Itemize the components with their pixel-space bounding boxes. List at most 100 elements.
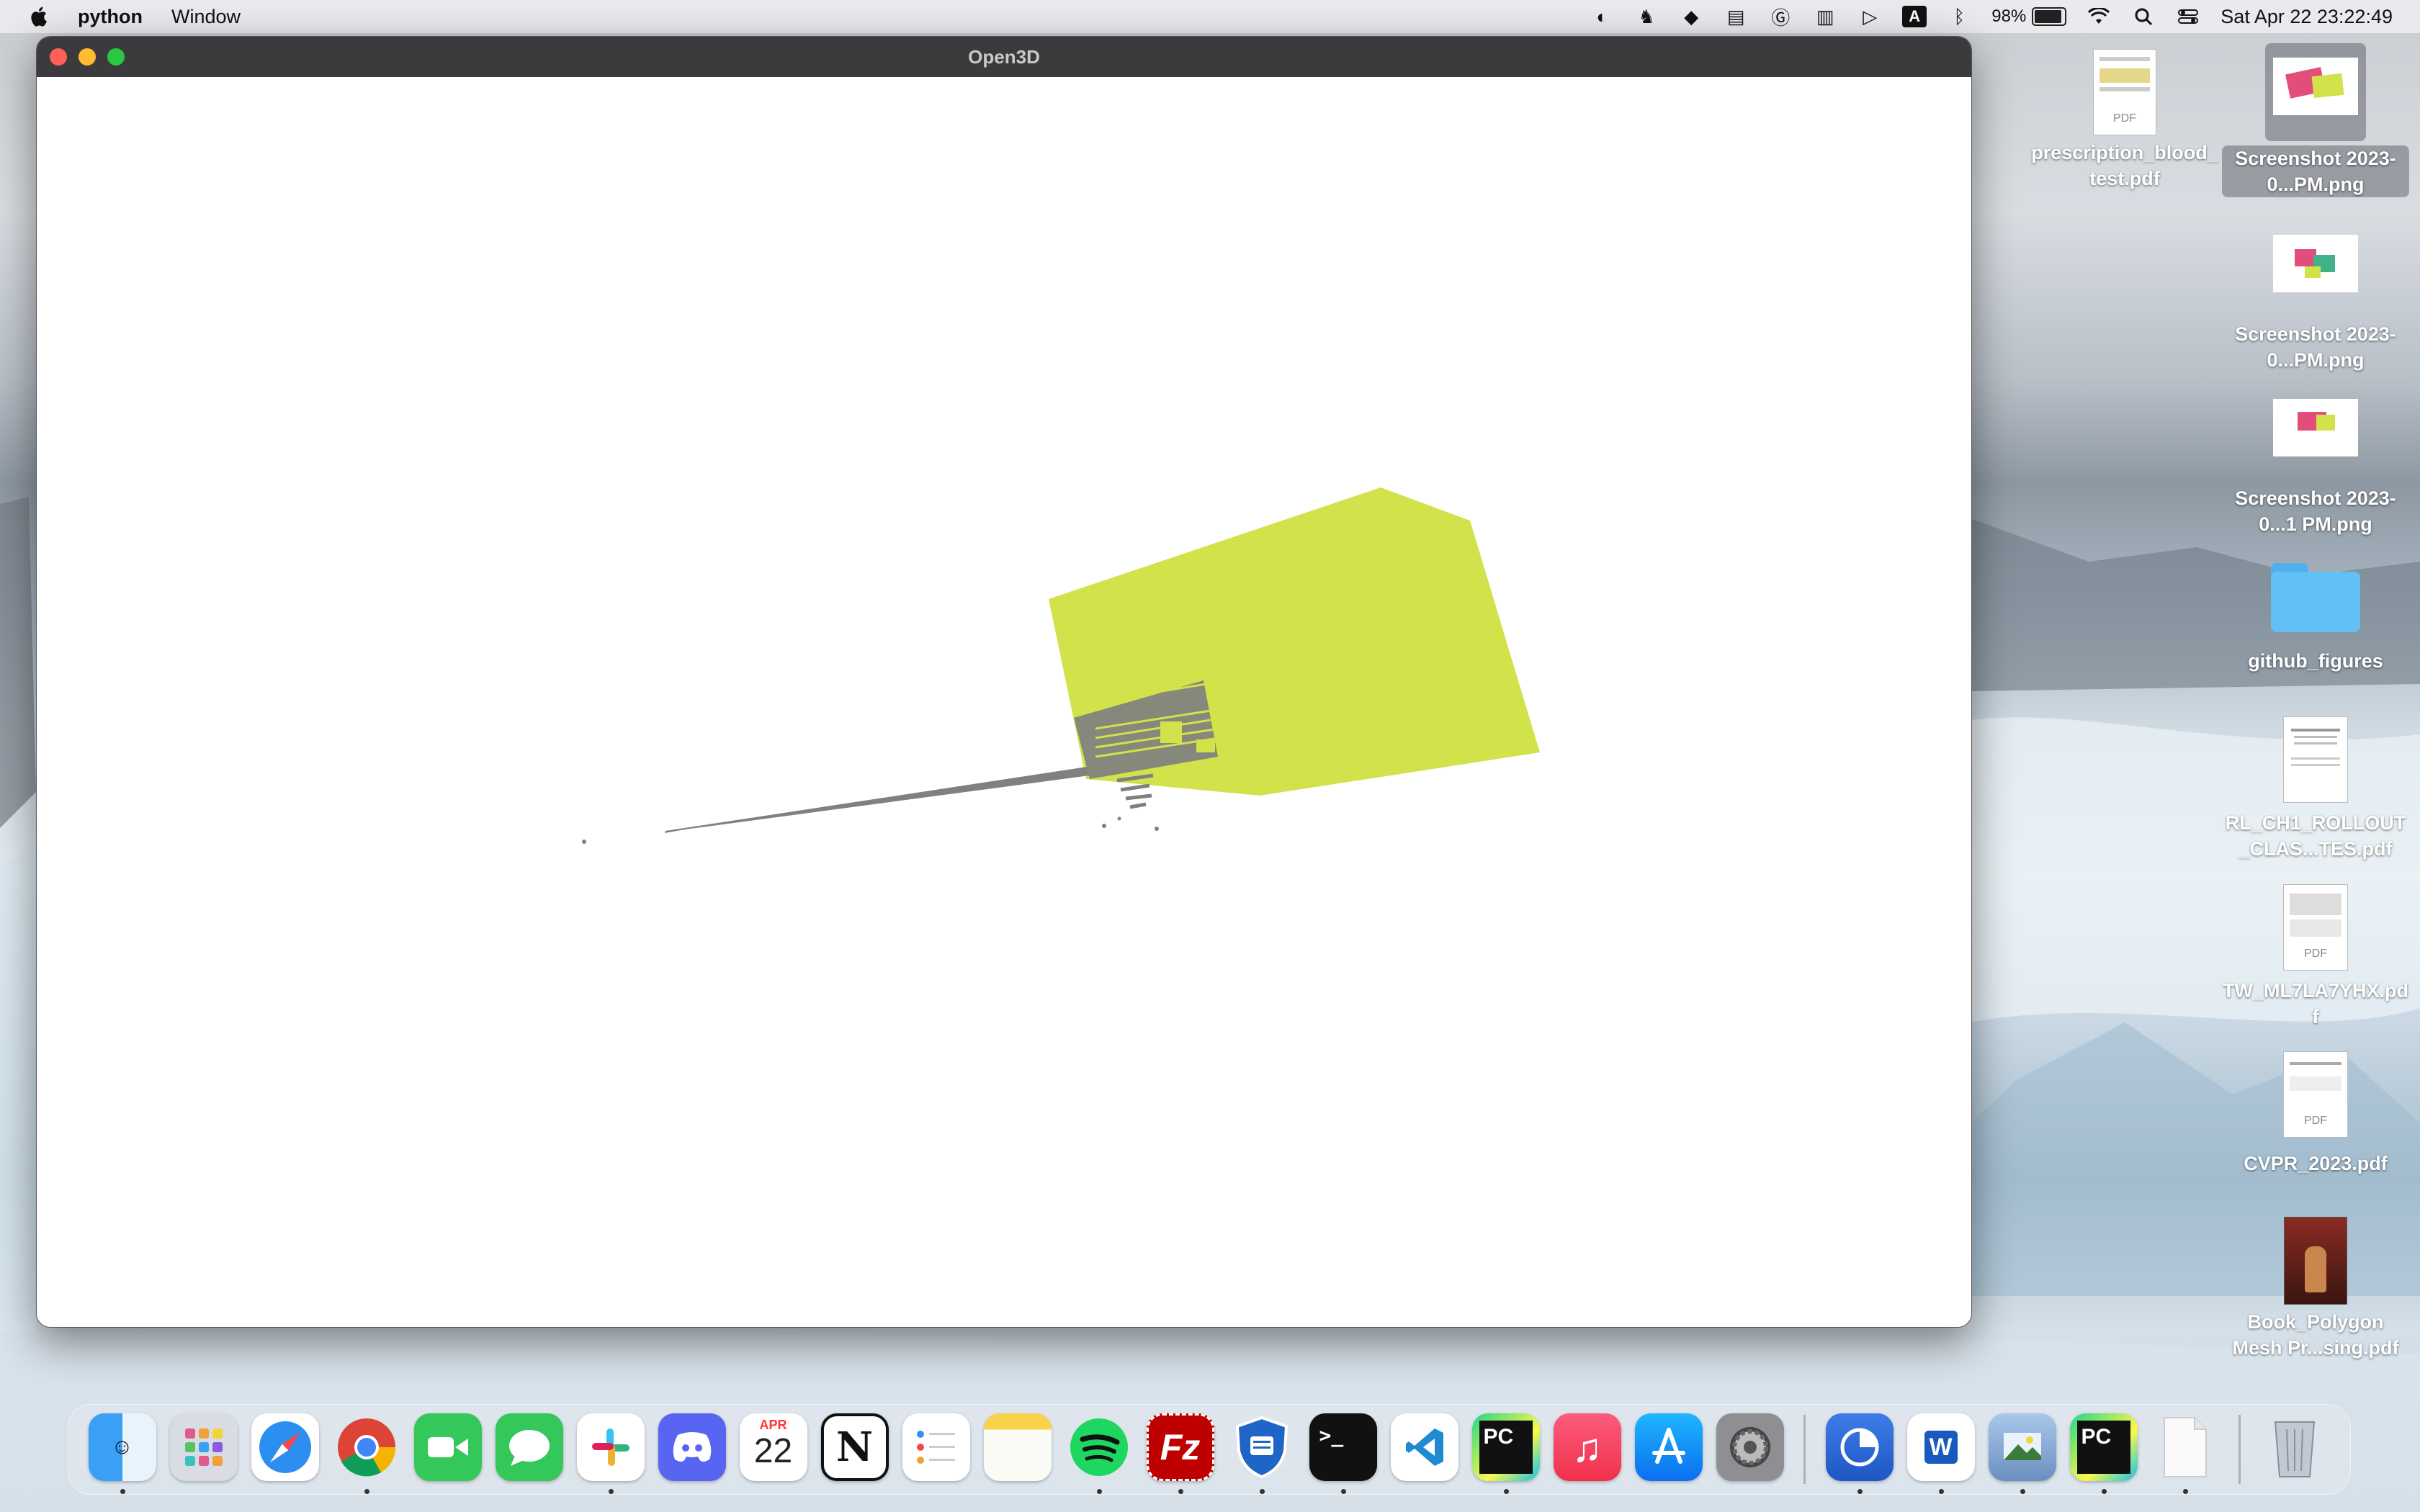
pdf-icon: PDF [2093, 49, 2156, 135]
dock-item-vscode[interactable] [1384, 1413, 1465, 1485]
dock-item-notion[interactable]: N [814, 1413, 895, 1485]
menu-window[interactable]: Window [171, 6, 241, 28]
dock-item-pycharm-2[interactable]: PC [2063, 1413, 2144, 1494]
dock-item-calendar[interactable]: APR 22 [732, 1413, 814, 1485]
menu-clock[interactable]: Sat Apr 22 23:22:49 [2220, 6, 2393, 28]
dock-item-music[interactable]: ♫ [1546, 1413, 1628, 1485]
dock-item-preview[interactable] [1981, 1413, 2063, 1494]
database-icon[interactable]: ▤ [1724, 6, 1748, 27]
desktop-file-label: TW_ML7LA7YHX.pdf [2222, 980, 2408, 1027]
dock-item-slack[interactable] [570, 1413, 651, 1494]
dock-item-filezilla[interactable]: Fz [1139, 1413, 1221, 1494]
desktop-folder-github-figures[interactable]: github_figures [2222, 560, 2409, 674]
dock-item-vpn[interactable] [1221, 1413, 1302, 1494]
trash-icon [2261, 1413, 2329, 1481]
3d-scene [582, 487, 1540, 844]
point-cloud-point [1117, 816, 1121, 821]
dock-item-facetime[interactable] [407, 1413, 488, 1485]
dock-item-chrome[interactable] [326, 1413, 407, 1494]
dock-item-trash[interactable] [2254, 1413, 2335, 1485]
settings-icon [1716, 1413, 1784, 1481]
image-thumbnail-icon [2273, 399, 2358, 456]
book-icon [2284, 1217, 2347, 1305]
minimize-button[interactable] [79, 48, 96, 66]
menu-bar: python Window ◐ ♞ ◆ ▤ Ⓖ ▥ ▷ A ᛒ 98% Sat … [0, 0, 2420, 33]
close-button[interactable] [50, 48, 67, 66]
finder-icon: ☺ [88, 1413, 156, 1481]
desktop-file-label: prescription_blood_test.pdf [2031, 142, 2218, 189]
desktop-file-label: Screenshot 2023-0...PM.png [2235, 323, 2396, 371]
desktop-file-cvpr[interactable]: PDF CVPR_2023.pdf [2222, 1051, 2409, 1176]
pdf-icon: PDF [2283, 1051, 2348, 1138]
running-indicator [120, 1489, 125, 1494]
running-indicator [608, 1489, 614, 1494]
dock-item-spotify[interactable] [1058, 1413, 1139, 1494]
dock-item-system-settings[interactable] [1709, 1413, 1791, 1485]
night-shift-icon[interactable]: ◐ [1590, 6, 1614, 27]
zoom-button[interactable] [107, 48, 125, 66]
keyboard-icon[interactable]: ▥ [1813, 6, 1837, 27]
bluetooth-icon[interactable]: ᛒ [1947, 6, 1971, 27]
preview-icon [1988, 1413, 2056, 1481]
dock-item-screen-time[interactable] [1819, 1413, 1900, 1494]
safari-icon [251, 1413, 319, 1481]
rabbit-icon[interactable]: ♞ [1634, 6, 1659, 27]
control-center-icon[interactable] [2176, 6, 2200, 27]
running-indicator [1503, 1489, 1509, 1494]
desktop-file-label: Screenshot 2023-0...1 PM.png [2235, 487, 2396, 535]
music-icon: ♫ [1553, 1413, 1621, 1481]
desktop-file-book-polygon[interactable]: Book_Polygon Mesh Pr...sing.pdf [2222, 1217, 2409, 1361]
menu-app-name[interactable]: python [78, 6, 143, 28]
battery-percent: 98% [1991, 6, 2027, 26]
dock-item-terminal[interactable]: >_ [1302, 1413, 1384, 1494]
image-thumbnail-icon [2265, 43, 2366, 141]
pycharm-icon: PC [2069, 1413, 2138, 1481]
dock-item-safari[interactable] [244, 1413, 326, 1485]
point-cloud [582, 680, 1218, 844]
dock-item-word[interactable]: W [1900, 1413, 1981, 1494]
dock-item-launchpad[interactable] [163, 1413, 244, 1485]
dock-item-discord[interactable] [651, 1413, 732, 1485]
dock-item-reminders[interactable] [895, 1413, 977, 1485]
desktop-file-label: Book_Polygon Mesh Pr...sing.pdf [2232, 1311, 2399, 1359]
desktop-file-rl-ch1[interactable]: RL_CH1_ROLLOUT_CLAS...TES.pdf [2222, 716, 2409, 862]
play-icon[interactable]: ▷ [1857, 6, 1882, 27]
notes-icon [983, 1413, 1052, 1481]
running-indicator [1938, 1489, 1944, 1494]
desktop-file-screenshot-2[interactable]: Screenshot 2023-0...PM.png [2222, 229, 2409, 373]
desktop-file-tw[interactable]: PDF TW_ML7LA7YHX.pdf [2222, 884, 2409, 1030]
dock-item-app-store[interactable] [1628, 1413, 1709, 1485]
messages-icon [495, 1413, 563, 1481]
apple-menu-icon[interactable] [27, 4, 52, 29]
window-titlebar[interactable]: Open3D [37, 37, 1971, 77]
desktop-file-screenshot-3[interactable]: Screenshot 2023-0...1 PM.png [2222, 396, 2409, 537]
desktop-file-label: RL_CH1_ROLLOUT_CLAS...TES.pdf [2225, 812, 2406, 860]
desktop-file-label: github_figures [2248, 650, 2383, 672]
battery-indicator[interactable]: 98% [1991, 6, 2067, 27]
running-indicator [1340, 1489, 1346, 1494]
folder-icon [2271, 563, 2360, 632]
discord-icon [658, 1413, 726, 1481]
box-icon[interactable]: ◆ [1679, 6, 1703, 27]
calendar-icon: APR 22 [739, 1413, 807, 1481]
slack-icon [576, 1413, 645, 1481]
dock-item-pycharm[interactable]: PC [1465, 1413, 1546, 1494]
wifi-icon[interactable] [2087, 6, 2111, 27]
terminal-icon: >_ [1309, 1413, 1377, 1481]
dock-item-document[interactable] [2144, 1413, 2226, 1494]
pdf-icon [2283, 716, 2348, 803]
dock-item-notes[interactable] [977, 1413, 1058, 1485]
point-cloud-notch [1160, 721, 1182, 743]
spotlight-icon[interactable] [2131, 6, 2156, 27]
3d-viewport[interactable] [37, 77, 1971, 1327]
desktop-file-prescription[interactable]: PDF prescription_blood_test.pdf [2031, 49, 2218, 192]
point-cloud-point [1102, 824, 1106, 828]
desktop-file-label: CVPR_2023.pdf [2244, 1153, 2388, 1174]
point-cloud-point [1155, 827, 1159, 831]
dock-item-messages[interactable] [488, 1413, 570, 1485]
dock-item-finder[interactable]: ☺ [81, 1413, 163, 1494]
grammarly-icon[interactable]: Ⓖ [1768, 6, 1793, 29]
input-source-a-icon[interactable]: A [1902, 6, 1927, 27]
traffic-lights [50, 48, 125, 66]
desktop-file-screenshot-1[interactable]: Screenshot 2023-0...PM.png [2222, 43, 2409, 197]
